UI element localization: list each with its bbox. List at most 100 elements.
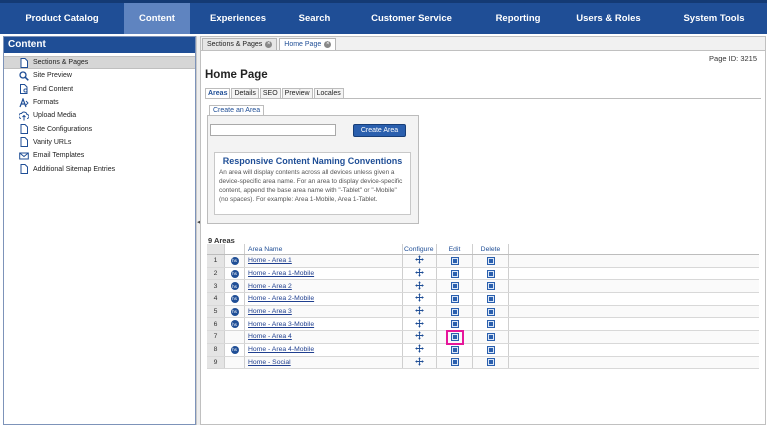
page-icon xyxy=(18,124,29,135)
subtab-details[interactable]: Details xyxy=(231,88,259,98)
page-title: Home Page xyxy=(205,69,268,81)
header-configure: Configure xyxy=(403,244,437,254)
content-sidebar: Content Sections & Pages Site Preview Fi… xyxy=(3,36,196,425)
create-area-button[interactable]: Create Area xyxy=(353,124,406,137)
edit-icon[interactable] xyxy=(450,358,459,367)
area-name-link[interactable]: Home - Area 4-Mobile xyxy=(248,346,314,353)
move-icon[interactable] xyxy=(415,293,424,304)
sidebar-item-label: Find Content xyxy=(33,85,74,93)
nav-experiences[interactable]: Experiences xyxy=(190,3,286,34)
area-name-cell: Home - Area 1-Mobile xyxy=(245,267,403,280)
move-icon[interactable] xyxy=(415,344,424,355)
edit-icon[interactable] xyxy=(450,269,459,278)
delete-icon[interactable] xyxy=(486,294,495,303)
main-content: Sections & Pages × Home Page × Page ID: … xyxy=(200,36,766,425)
subtab-seo[interactable]: SEO xyxy=(259,88,281,98)
find-page-icon xyxy=(18,84,29,95)
area-name-cell: Home - Area 2-Mobile xyxy=(245,293,403,305)
delete-icon[interactable] xyxy=(486,282,495,291)
delete-icon[interactable] xyxy=(486,345,495,354)
edit-cell xyxy=(437,280,473,293)
delete-icon[interactable] xyxy=(486,332,495,341)
area-name-link[interactable]: Home - Area 1-Mobile xyxy=(248,270,314,277)
move-icon[interactable] xyxy=(415,331,424,342)
sidebar-item-find-content[interactable]: Find Content xyxy=(4,83,195,96)
device-badge-icon: hs xyxy=(230,282,239,291)
area-name-cell: Home - Area 3 xyxy=(245,305,403,318)
edit-icon[interactable] xyxy=(450,307,459,316)
configure-cell xyxy=(403,356,437,369)
edit-icon[interactable] xyxy=(450,320,459,329)
sidebar-item-label: Email Templates xyxy=(33,152,85,160)
row-number: 7 xyxy=(207,331,225,343)
area-name-link[interactable]: Home - Area 2 xyxy=(248,283,292,290)
subtab-areas[interactable]: Areas xyxy=(205,88,231,98)
magnifier-icon xyxy=(18,70,29,81)
move-icon[interactable] xyxy=(415,319,424,330)
tab-home-page[interactable]: Home Page × xyxy=(279,38,337,50)
naming-conventions-box: Responsive Content Naming Conventions An… xyxy=(214,152,411,215)
tab-sections-pages[interactable]: Sections & Pages × xyxy=(202,38,278,50)
move-icon[interactable] xyxy=(415,306,424,317)
edit-icon[interactable] xyxy=(450,345,459,354)
nav-customer-service[interactable]: Customer Service xyxy=(343,3,480,34)
delete-icon[interactable] xyxy=(486,256,495,265)
envelope-icon xyxy=(18,150,29,161)
close-icon[interactable]: × xyxy=(265,41,273,48)
delete-icon[interactable] xyxy=(486,269,495,278)
naming-conventions-text: An area will display contents across all… xyxy=(219,169,403,203)
nav-search[interactable]: Search xyxy=(286,3,343,34)
areas-table: Area Name Configure Edit Delete 1 hs Home … xyxy=(207,244,759,370)
sidebar-item-email-templates[interactable]: Email Templates xyxy=(4,149,195,162)
delete-cell xyxy=(473,356,509,369)
area-name-link[interactable]: Home - Area 3 xyxy=(248,308,292,315)
area-name-link[interactable]: Home - Area 2-Mobile xyxy=(248,295,314,302)
area-name-cell: Home - Area 3-Mobile xyxy=(245,318,403,331)
nav-product-catalog[interactable]: Product Catalog xyxy=(0,3,124,34)
area-name-link[interactable]: Home - Area 1 xyxy=(248,257,292,264)
move-icon[interactable] xyxy=(415,268,424,279)
header-area-name[interactable]: Area Name xyxy=(245,244,403,254)
edit-icon[interactable] xyxy=(450,282,459,291)
subtab-preview[interactable]: Preview xyxy=(281,88,313,98)
area-name-link[interactable]: Home - Area 4 xyxy=(248,333,292,340)
configure-cell xyxy=(403,318,437,331)
nav-users-roles[interactable]: Users & Roles xyxy=(556,3,661,34)
table-row: 3 hs Home - Area 2 xyxy=(207,280,759,294)
area-name-input[interactable] xyxy=(210,124,336,136)
sidebar-item-site-preview[interactable]: Site Preview xyxy=(4,69,195,82)
nav-content[interactable]: Content xyxy=(124,3,190,34)
sidebar-item-upload-media[interactable]: Upload Media xyxy=(4,109,195,122)
sidebar-item-label: Formats xyxy=(33,99,59,107)
subtab-divider xyxy=(205,98,761,99)
sidebar-item-sections-pages[interactable]: Sections & Pages xyxy=(4,56,195,70)
sidebar-item-vanity-urls[interactable]: Vanity URLs xyxy=(4,136,195,149)
move-icon[interactable] xyxy=(415,281,424,292)
sidebar-item-formats[interactable]: Formats xyxy=(4,96,195,109)
configure-cell xyxy=(403,280,437,293)
subtab-locales[interactable]: Locales xyxy=(313,88,344,98)
area-name-cell: Home - Area 2 xyxy=(245,280,403,293)
area-name-link[interactable]: Home - Social xyxy=(248,359,291,366)
edit-cell xyxy=(437,293,473,305)
move-icon[interactable] xyxy=(415,255,424,266)
table-row: 4 hs Home - Area 2-Mobile xyxy=(207,293,759,306)
delete-icon[interactable] xyxy=(486,358,495,367)
sidebar-item-label: Site Preview xyxy=(33,72,72,80)
sidebar-item-additional-sitemap-entries[interactable]: Additional Sitemap Entries xyxy=(4,162,195,175)
row-badge-cell xyxy=(225,356,245,369)
area-name-link[interactable]: Home - Area 3-Mobile xyxy=(248,321,314,328)
move-icon[interactable] xyxy=(415,357,424,368)
sidebar-item-site-configurations[interactable]: Site Configurations xyxy=(4,122,195,135)
close-icon[interactable]: × xyxy=(324,41,332,48)
edit-cell xyxy=(437,343,473,356)
row-number: 2 xyxy=(207,267,225,280)
edit-icon[interactable] xyxy=(450,294,459,303)
device-badge-icon: hs xyxy=(230,269,239,278)
edit-icon[interactable] xyxy=(450,256,459,265)
delete-icon[interactable] xyxy=(486,307,495,316)
sidebar-title: Content xyxy=(4,37,195,53)
delete-icon[interactable] xyxy=(486,320,495,329)
nav-reporting[interactable]: Reporting xyxy=(480,3,556,34)
nav-system-tools[interactable]: System Tools xyxy=(661,3,767,34)
